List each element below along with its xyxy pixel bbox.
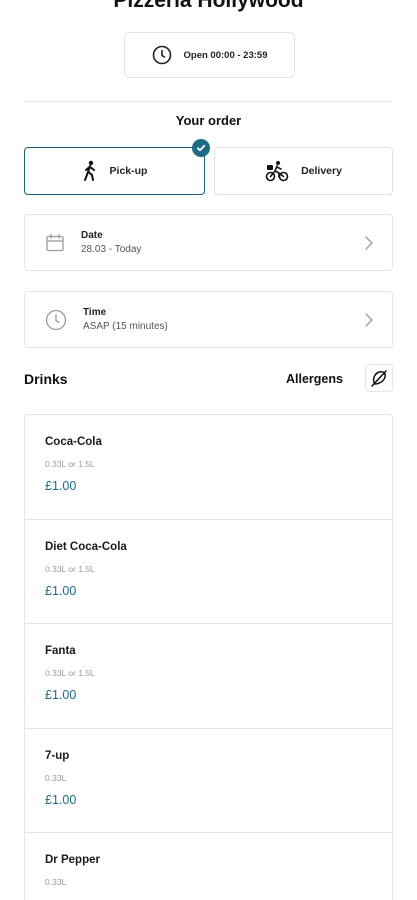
date-value: 28.03 - Today (81, 244, 142, 255)
item-price: £1.00 (45, 688, 77, 702)
chevron-right-icon (365, 313, 373, 327)
clock-icon (45, 309, 67, 330)
item-price: £1.00 (45, 479, 77, 493)
allergens-button[interactable] (365, 364, 393, 392)
delivery-option-button[interactable]: Delivery (214, 147, 393, 195)
item-description: 0.33L or 1.5L (45, 563, 95, 574)
time-label: Time (83, 307, 107, 318)
time-selector[interactable]: Time ASAP (15 minutes) (24, 291, 393, 348)
pickup-label: Pick-up (109, 165, 148, 177)
category-heading: Drinks (24, 371, 68, 387)
time-value: ASAP (15 minutes) (83, 321, 168, 332)
opening-hours-badge: Open 00:00 - 23:59 (124, 32, 295, 78)
menu-item-coca-cola[interactable]: Coca-Cola 0.33L or 1.5L £1.00 (25, 415, 392, 520)
delivery-label: Delivery (301, 165, 342, 177)
pickup-option-button[interactable]: Pick-up (24, 139, 210, 195)
item-description: 0.33L (45, 772, 67, 783)
calendar-icon (46, 233, 64, 251)
item-name: Coca-Cola (45, 436, 102, 448)
opening-hours-text: Open 00:00 - 23:59 (183, 49, 268, 61)
item-price: £1.00 (45, 583, 77, 598)
item-name: Diet Coca-Cola (45, 540, 127, 553)
selected-check-icon (192, 139, 210, 157)
walking-person-icon (83, 160, 95, 181)
allergens-label: Allergens (286, 372, 343, 386)
your-order-heading: Your order (175, 113, 242, 128)
menu-item-dr-pepper[interactable]: Dr Pepper 0.33L (25, 833, 392, 900)
divider (24, 101, 393, 102)
menu-item-7-up[interactable]: 7-up 0.33L £1.00 (25, 729, 392, 833)
date-label: Date (81, 230, 103, 241)
date-selector[interactable]: Date 28.03 - Today (24, 214, 393, 271)
store-title: Pizzeria Hollywood (113, 0, 304, 12)
chevron-right-icon (365, 236, 373, 250)
item-name: Dr Pepper (45, 854, 100, 866)
item-description: 0.33L (45, 877, 67, 887)
item-name: 7-up (45, 749, 70, 762)
allergen-filter-icon (371, 370, 387, 387)
item-description: 0.33L or 1.5L (45, 459, 95, 469)
cyclist-icon (265, 161, 289, 182)
menu-item-diet-coca-cola[interactable]: Diet Coca-Cola 0.33L or 1.5L £1.00 (25, 520, 392, 624)
clock-icon (152, 45, 171, 65)
item-name: Fanta (45, 645, 76, 657)
item-price: £1.00 (45, 792, 77, 807)
menu-item-fanta[interactable]: Fanta 0.33L or 1.5L £1.00 (25, 624, 392, 729)
item-description: 0.33L or 1.5L (45, 668, 95, 678)
menu-item-list: Coca-Cola 0.33L or 1.5L £1.00 Diet Coca-… (24, 414, 393, 900)
